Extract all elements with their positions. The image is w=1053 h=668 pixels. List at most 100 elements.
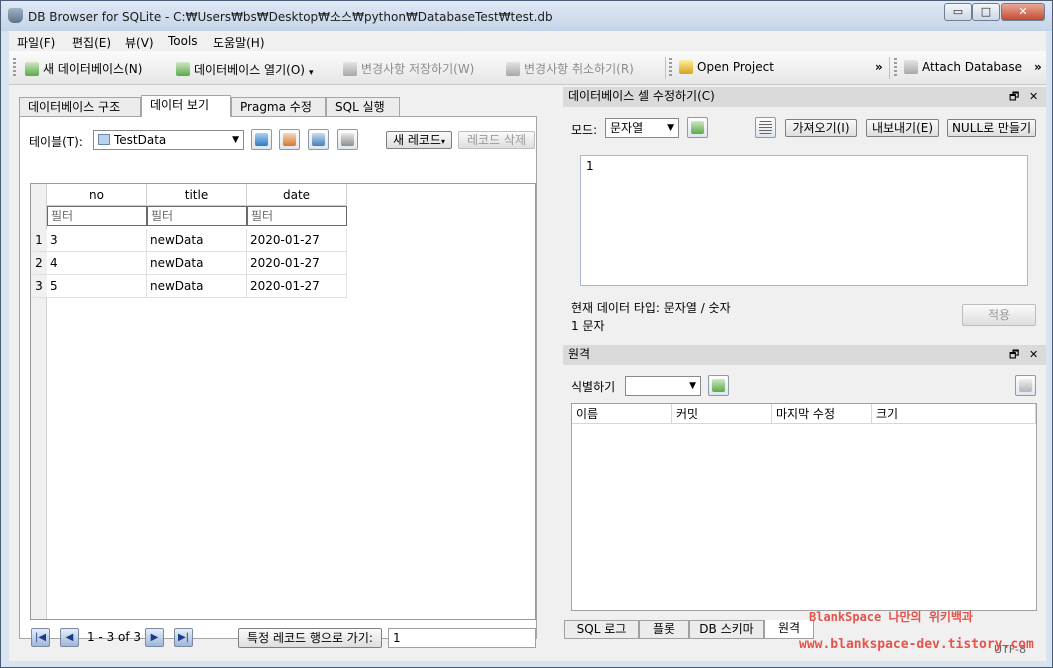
toolbar-overflow-button[interactable]: » bbox=[1034, 60, 1042, 74]
clear-filter-icon bbox=[283, 133, 296, 146]
last-page-icon[interactable]: ▶| bbox=[174, 628, 193, 647]
first-page-icon[interactable]: |◀ bbox=[31, 628, 50, 647]
attach-database-button[interactable]: Attach Database bbox=[904, 60, 1022, 74]
menu-file[interactable]: 파일(F) bbox=[17, 34, 55, 51]
toolbar-separator bbox=[889, 57, 890, 79]
menu-edit[interactable]: 편집(E) bbox=[72, 34, 111, 51]
column-header-date[interactable]: date bbox=[247, 184, 347, 206]
chevron-down-icon: ▼ bbox=[689, 381, 696, 391]
new-database-button[interactable]: 새 데이터베이스(N) bbox=[25, 60, 142, 77]
identity-label: 식별하기 bbox=[571, 380, 616, 394]
chevron-down-icon: ▼ bbox=[232, 135, 239, 145]
close-button[interactable]: ✕ bbox=[1001, 3, 1045, 21]
import-button[interactable]: 가져오기(I) bbox=[785, 119, 857, 137]
tab-sql-log[interactable]: SQL 로그 bbox=[564, 620, 639, 639]
table-cell[interactable]: 2020-01-27 bbox=[247, 252, 347, 275]
table-cell[interactable]: 3 bbox=[47, 229, 147, 252]
new-database-label: 새 데이터베이스(N) bbox=[43, 62, 143, 76]
row-number[interactable]: 2 bbox=[31, 252, 47, 275]
list-header-last-modified[interactable]: 마지막 수정 bbox=[772, 404, 872, 424]
filter-input-title[interactable]: 필터 bbox=[147, 206, 247, 226]
window-title: DB Browser for SQLite - C:₩Users₩bs₩Desk… bbox=[28, 10, 553, 24]
filter-input-date[interactable]: 필터 bbox=[247, 206, 347, 226]
toolbar-grip[interactable] bbox=[894, 58, 897, 78]
print-button[interactable] bbox=[337, 129, 358, 150]
goto-record-input[interactable]: 1 bbox=[388, 628, 536, 648]
list-header-size[interactable]: 크기 bbox=[872, 404, 1036, 424]
tab-plot[interactable]: 플롯 bbox=[639, 620, 689, 639]
table-cell[interactable]: newData bbox=[147, 275, 247, 298]
tab-database-structure[interactable]: 데이터베이스 구조 bbox=[19, 97, 141, 117]
table-select[interactable]: TestData ▼ bbox=[93, 130, 244, 150]
mode-select[interactable]: 문자열 ▼ bbox=[605, 118, 679, 138]
refresh-icon bbox=[255, 133, 268, 146]
app-window: DB Browser for SQLite - C:₩Users₩bs₩Desk… bbox=[0, 0, 1053, 668]
table-icon bbox=[98, 134, 110, 145]
open-project-button[interactable]: Open Project bbox=[679, 60, 774, 74]
edit-cell-title: 데이터베이스 셀 수정하기(C) bbox=[568, 89, 715, 103]
identity-select[interactable]: ▼ bbox=[625, 376, 701, 396]
apply-button[interactable]: 적용 bbox=[962, 304, 1036, 326]
table-cell[interactable]: 2020-01-27 bbox=[247, 275, 347, 298]
clear-filters-button[interactable] bbox=[279, 129, 300, 150]
float-dock-icon[interactable]: 🗗 bbox=[1009, 87, 1019, 106]
cell-editor[interactable]: 1 bbox=[580, 155, 1028, 286]
list-header-name[interactable]: 이름 bbox=[572, 404, 672, 424]
tab-execute-sql[interactable]: SQL 실행 bbox=[326, 97, 400, 117]
table-cell[interactable]: 5 bbox=[47, 275, 147, 298]
main-tabs: 데이터베이스 구조 데이터 보기 Pragma 수정 SQL 실행 bbox=[19, 95, 537, 117]
data-size-info: 1 문자 bbox=[571, 319, 605, 333]
identity-action-button[interactable] bbox=[708, 375, 729, 396]
menu-view[interactable]: 뷰(V) bbox=[125, 34, 154, 51]
close-dock-icon[interactable]: ✕ bbox=[1029, 345, 1038, 364]
push-icon bbox=[1019, 379, 1032, 392]
set-null-button[interactable]: NULL로 만들기 bbox=[947, 119, 1036, 137]
toolbar-overflow-button[interactable]: » bbox=[875, 60, 883, 74]
word-wrap-button[interactable] bbox=[755, 117, 776, 138]
write-changes-button[interactable]: 변경사항 저장하기(W) bbox=[343, 60, 474, 77]
float-dock-icon[interactable]: 🗗 bbox=[1009, 345, 1019, 364]
column-header-no[interactable]: no bbox=[47, 184, 147, 206]
filter-input-no[interactable]: 필터 bbox=[47, 206, 147, 226]
minimize-button[interactable]: ▭ bbox=[944, 3, 972, 21]
title-bar: DB Browser for SQLite - C:₩Users₩bs₩Desk… bbox=[1, 1, 1052, 31]
delete-record-button[interactable]: 레코드 삭제 bbox=[458, 131, 535, 149]
new-database-icon bbox=[25, 61, 39, 76]
column-header-title[interactable]: title bbox=[147, 184, 247, 206]
refresh-button[interactable] bbox=[251, 129, 272, 150]
tab-db-schema[interactable]: DB 스키마 bbox=[689, 620, 764, 639]
next-page-icon[interactable]: ▶ bbox=[145, 628, 164, 647]
maximize-button[interactable]: □ bbox=[972, 3, 1000, 21]
new-record-button[interactable]: 새 레코드▾ bbox=[386, 131, 452, 149]
auto-switch-mode-button[interactable] bbox=[687, 117, 708, 138]
export-button[interactable]: 내보내기(E) bbox=[866, 119, 939, 137]
list-header-commit[interactable]: 커밋 bbox=[672, 404, 772, 424]
open-dropdown-arrow-icon[interactable]: ▾ bbox=[309, 68, 314, 78]
menu-help[interactable]: 도움말(H) bbox=[213, 34, 265, 51]
menu-tools[interactable]: Tools bbox=[168, 34, 198, 48]
tab-browse-data[interactable]: 데이터 보기 bbox=[141, 95, 231, 117]
tab-edit-pragmas[interactable]: Pragma 수정 bbox=[231, 97, 326, 117]
save-table-icon bbox=[312, 133, 325, 146]
browse-panel: 데이터베이스 구조 데이터 보기 Pragma 수정 SQL 실행 테이블(T)… bbox=[19, 95, 537, 648]
open-database-button[interactable]: 데이터베이스 열기(O) ▾ bbox=[176, 60, 313, 78]
remote-push-button[interactable] bbox=[1015, 375, 1036, 396]
row-number[interactable]: 1 bbox=[31, 229, 47, 252]
table-cell[interactable]: newData bbox=[147, 229, 247, 252]
toolbar-grip[interactable] bbox=[669, 58, 672, 78]
row-number[interactable]: 3 bbox=[31, 275, 47, 298]
previous-page-icon[interactable]: ◀ bbox=[60, 628, 79, 647]
save-table-button[interactable] bbox=[308, 129, 329, 150]
table-cell[interactable]: 4 bbox=[47, 252, 147, 275]
close-dock-icon[interactable]: ✕ bbox=[1029, 87, 1038, 106]
browse-data-pane: 테이블(T): TestData ▼ 새 레코드▾ 레코드 삭제 no titl… bbox=[19, 116, 537, 648]
edit-cell-dock-header: 데이터베이스 셀 수정하기(C) 🗗 ✕ bbox=[563, 87, 1046, 107]
attach-database-label: Attach Database bbox=[922, 60, 1023, 74]
table-cell[interactable]: 2020-01-27 bbox=[247, 229, 347, 252]
goto-record-button[interactable]: 특정 레코드 행으로 가기: bbox=[238, 628, 382, 648]
table-cell[interactable]: newData bbox=[147, 252, 247, 275]
revert-changes-button[interactable]: 변경사항 취소하기(R) bbox=[506, 60, 634, 77]
toolbar-grip[interactable] bbox=[13, 58, 16, 78]
remote-dock-header: 원격 🗗 ✕ bbox=[563, 345, 1046, 365]
record-range: 1 - 3 of 3 bbox=[87, 630, 142, 644]
